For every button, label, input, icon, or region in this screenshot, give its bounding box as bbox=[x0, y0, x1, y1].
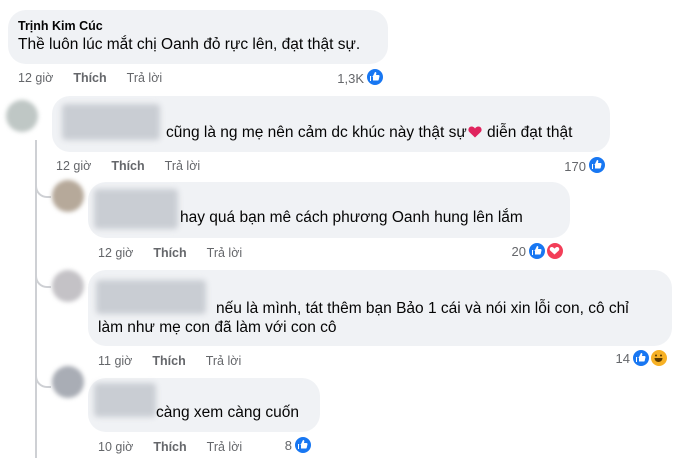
thread-branch bbox=[35, 370, 51, 388]
comment-text: cũng là ng mẹ nên cảm dc khúc này thật s… bbox=[166, 122, 573, 141]
redacted-name bbox=[96, 280, 206, 314]
reply-action[interactable]: Trả lời bbox=[207, 440, 243, 454]
comment-time[interactable]: 12 giờ bbox=[18, 71, 53, 85]
thread-branch bbox=[35, 270, 51, 288]
avatar[interactable] bbox=[52, 270, 84, 302]
like-icon bbox=[588, 156, 606, 174]
reaction-count[interactable]: 14 bbox=[604, 351, 630, 366]
love-icon bbox=[546, 242, 564, 260]
comment-actions: 10 giờ Thích Trả lời bbox=[98, 440, 262, 454]
like-icon bbox=[528, 242, 546, 260]
comment-text: càng xem càng cuốn bbox=[156, 404, 300, 421]
like-action[interactable]: Thích bbox=[153, 246, 186, 260]
comment-actions: 12 giờ Thích Trả lời bbox=[98, 246, 262, 260]
like-action[interactable]: Thích bbox=[152, 354, 185, 368]
reaction-count[interactable]: 170 bbox=[546, 159, 586, 174]
reaction-count[interactable]: 8 bbox=[272, 438, 292, 453]
thread-branch bbox=[35, 180, 51, 198]
like-icon bbox=[294, 436, 312, 454]
comment-text: Thề luôn lúc mắt chị Oanh đỏ rực lên, đạ… bbox=[18, 36, 361, 53]
like-icon bbox=[366, 68, 384, 86]
like-action[interactable]: Thích bbox=[153, 440, 186, 454]
like-action[interactable]: Thích bbox=[73, 71, 106, 85]
redacted-name bbox=[94, 383, 156, 417]
reaction-count[interactable]: 20 bbox=[500, 244, 526, 259]
comment-actions: 12 giờ Thích Trả lời bbox=[18, 71, 182, 85]
reply-action[interactable]: Trả lời bbox=[165, 159, 201, 173]
comment-text-line-2: làm như mẹ con đã làm với con cô bbox=[98, 319, 337, 336]
comment-actions: 11 giờ Thích Trả lời bbox=[98, 354, 261, 368]
comment-time[interactable]: 12 giờ bbox=[98, 246, 133, 260]
heart-emoji-icon bbox=[468, 122, 482, 138]
comment-time[interactable]: 10 giờ bbox=[98, 440, 133, 454]
reply-action[interactable]: Trả lời bbox=[207, 246, 243, 260]
like-icon bbox=[632, 349, 650, 367]
comment-text: hay quá bạn mê cách phương Oanh hung lên… bbox=[180, 209, 523, 226]
avatar[interactable] bbox=[52, 180, 84, 212]
redacted-name bbox=[62, 104, 160, 140]
redacted-name bbox=[94, 189, 178, 229]
comment-time[interactable]: 11 giờ bbox=[98, 354, 132, 368]
comment-time[interactable]: 12 giờ bbox=[56, 159, 91, 173]
reply-action[interactable]: Trả lời bbox=[206, 354, 242, 368]
like-action[interactable]: Thích bbox=[111, 159, 144, 173]
avatar[interactable] bbox=[52, 366, 84, 398]
reaction-count[interactable]: 1,3K bbox=[328, 71, 364, 86]
avatar[interactable] bbox=[6, 100, 38, 132]
reply-action[interactable]: Trả lời bbox=[127, 71, 163, 85]
comment-author[interactable]: Trịnh Kim Cúc bbox=[18, 19, 103, 33]
haha-icon bbox=[650, 349, 668, 367]
comment-actions: 12 giờ Thích Trả lời bbox=[56, 159, 220, 173]
